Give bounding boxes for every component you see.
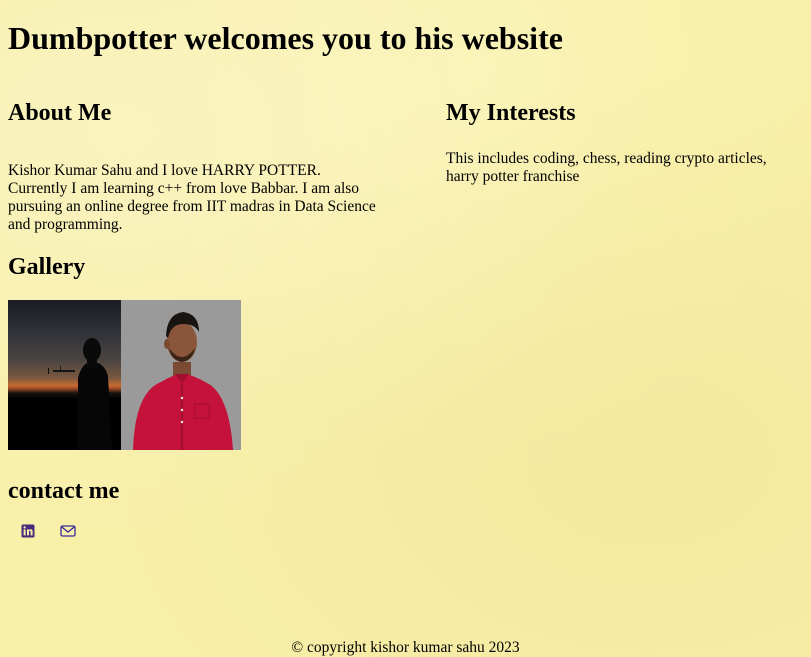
linkedin-icon[interactable] — [19, 522, 37, 540]
interests-heading: My Interests — [446, 100, 576, 126]
mail-icon[interactable] — [59, 522, 77, 540]
right-column: My Interests This includes coding, chess… — [446, 98, 796, 186]
sunset-silhouette-illustration — [48, 338, 112, 450]
about-heading: About Me — [8, 100, 112, 126]
contact-heading: contact me — [8, 478, 120, 504]
contact-links — [8, 522, 383, 540]
sunset-silhouette-photo — [8, 300, 121, 450]
footer-copyright: © copyright kishor kumar sahu 2023 — [291, 639, 520, 656]
page-title: Dumbpotter welcomes you to his website — [8, 20, 563, 56]
portrait-photo — [121, 300, 241, 450]
gallery-heading: Gallery — [8, 254, 86, 280]
interests-text: This includes coding, chess, reading cry… — [446, 150, 767, 185]
portrait-illustration — [133, 312, 233, 450]
about-text: Kishor Kumar Sahu and I love HARRY POTTE… — [8, 162, 376, 233]
gallery — [8, 300, 383, 450]
left-column: About Me Kishor Kumar Sahu and I love HA… — [8, 98, 383, 540]
